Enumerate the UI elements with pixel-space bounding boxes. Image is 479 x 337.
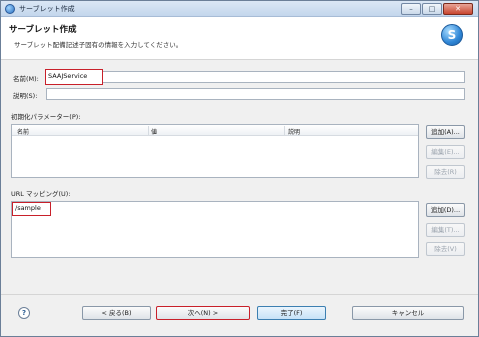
- wizard-logo-icon: S: [441, 24, 463, 46]
- wizard-header: サーブレット作成 サーブレット配備記述子固有の情報を入力してください。 S: [1, 17, 478, 60]
- cancel-button[interactable]: キャンセル: [352, 306, 464, 320]
- minimize-icon[interactable]: –: [401, 3, 421, 15]
- url-mapping-item[interactable]: /sample: [12, 202, 51, 216]
- remove-param-button[interactable]: 除去(R): [426, 165, 465, 179]
- name-field[interactable]: SAAJService: [45, 69, 103, 85]
- help-icon[interactable]: ?: [18, 307, 30, 319]
- footer-divider: [1, 294, 478, 295]
- close-icon[interactable]: ✕: [443, 3, 473, 15]
- dialog-window: サーブレット作成 – □ ✕ サーブレット作成 サーブレット配備記述子固有の情報…: [0, 0, 479, 337]
- description-field[interactable]: [46, 88, 465, 100]
- add-param-button[interactable]: 追加(A)...: [426, 125, 465, 139]
- remove-mapping-button[interactable]: 除去(V): [426, 242, 465, 256]
- column-divider[interactable]: [148, 126, 149, 135]
- back-button[interactable]: < 戻る(B): [82, 306, 151, 320]
- app-icon: [5, 4, 15, 14]
- column-header-value[interactable]: 値: [151, 127, 157, 136]
- url-mapping-label: URL マッピング(U):: [11, 190, 71, 198]
- edit-param-button[interactable]: 編集(E)...: [426, 145, 465, 159]
- column-header-description[interactable]: 説明: [288, 127, 300, 136]
- finish-button[interactable]: 完了(F): [257, 306, 326, 320]
- add-mapping-button[interactable]: 追加(D)...: [426, 203, 465, 217]
- title-bar[interactable]: サーブレット作成 – □ ✕: [1, 1, 478, 17]
- url-mapping-list[interactable]: [11, 201, 419, 258]
- next-button[interactable]: 次へ(N) >: [156, 306, 250, 320]
- init-params-label: 初期化パラメーター(P):: [11, 113, 81, 121]
- column-header-name[interactable]: 名前: [17, 127, 29, 136]
- init-params-table[interactable]: 名前 値 説明: [11, 124, 419, 178]
- window-title: サーブレット作成: [19, 5, 75, 13]
- maximize-icon[interactable]: □: [422, 3, 442, 15]
- name-label: 名前(M):: [13, 75, 39, 83]
- table-header: 名前 値 説明: [12, 125, 418, 136]
- name-field-box[interactable]: [46, 71, 465, 83]
- column-divider[interactable]: [284, 126, 285, 135]
- page-title: サーブレット作成: [9, 25, 77, 35]
- edit-mapping-button[interactable]: 編集(T)...: [426, 223, 465, 237]
- page-description: サーブレット配備記述子固有の情報を入力してください。: [14, 41, 183, 49]
- description-label: 説明(S):: [13, 92, 38, 100]
